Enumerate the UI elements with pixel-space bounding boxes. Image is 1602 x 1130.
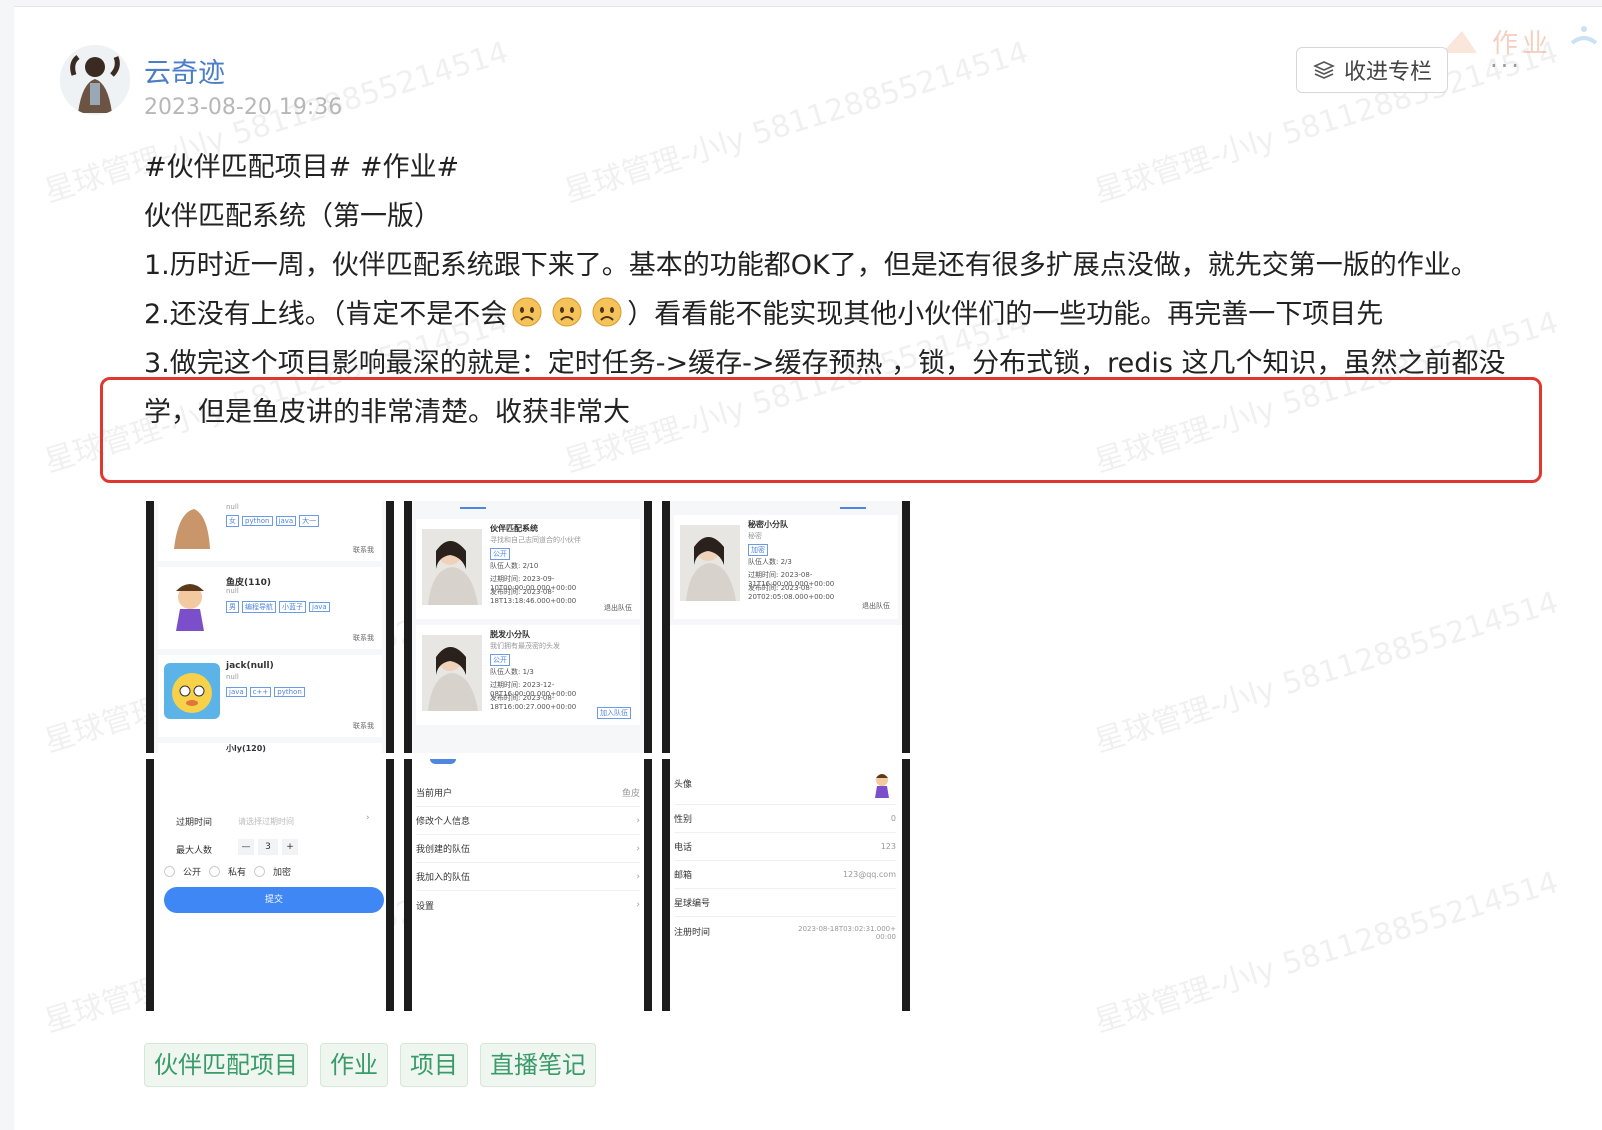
user-card: 小ly(120) — [158, 743, 382, 753]
layers-icon — [1313, 61, 1335, 79]
topic-tag[interactable]: 作业 — [320, 1043, 388, 1087]
post-date: 2023-08-20 19:36 — [144, 95, 343, 120]
screenshot-create-team[interactable]: 过期时间 请选择过期时间 › 最大人数 — 3 + 公开 私有 加密 提交 — [146, 759, 394, 1011]
collect-label: 收进专栏 — [1343, 60, 1432, 85]
team-card: 伙伴匹配系统 寻找和自己志同道合的小伙伴 公开 队伍人数: 2/10 过期时间:… — [416, 519, 640, 619]
user-card: jack(null) null java c++ python 联系我 — [158, 655, 382, 737]
sad-face-icon — [592, 297, 622, 327]
topic-tag[interactable]: 直播笔记 — [480, 1043, 596, 1087]
screenshot-user-center[interactable]: 当前用户 鱼皮 修改个人信息 › 我创建的队伍 › 我加入的队伍 › 设置 › — [404, 759, 652, 1011]
user-card: 鱼皮(110) null 男编程导航 小蓝子 java 联系我 — [158, 567, 382, 649]
post-line: #伙伴匹配项目# #作业# — [144, 152, 460, 183]
screenshot-secret-team[interactable]: 秘密小分队 秘密 加密 队伍人数: 2/3 过期时间: 2023-08-31T1… — [662, 501, 910, 753]
topic-tag[interactable]: 伙伴匹配项目 — [144, 1043, 308, 1087]
sad-face-icon — [512, 297, 542, 327]
collect-to-column-button[interactable]: 收进专栏 — [1296, 47, 1448, 93]
watermark: 星球管理-小ly 581128855214514 — [1090, 585, 1563, 760]
team-card: 秘密小分队 秘密 加密 队伍人数: 2/3 过期时间: 2023-08-31T1… — [674, 515, 898, 619]
screenshot-user-edit[interactable]: 头像 性别 0 电话 123 邮箱 123@qq.com 星球编号 注册时间 2023-… — [662, 759, 910, 1011]
avatar[interactable] — [60, 45, 130, 115]
post-line: 1.历时近一周，伙伴匹配系统跟下来了。基本的功能都OK了，但是还有很多扩展点没做… — [144, 250, 1478, 281]
topic-tags: 伙伴匹配项目 作业 项目 直播笔记 — [144, 1043, 596, 1087]
watermark: 星球管理-小ly 581128855214514 — [1090, 865, 1563, 1040]
post-line: 伙伴匹配系统（第一版） — [144, 201, 441, 232]
post-line-part: 2.还没有上线。（肯定不是不会 — [144, 299, 508, 330]
topic-tag[interactable]: 项目 — [400, 1043, 468, 1087]
author-name[interactable]: 云奇迹 — [144, 51, 225, 90]
sad-face-icon — [552, 297, 582, 327]
highlight-box — [100, 377, 1542, 483]
team-card: 脱发小分队 我们拥有最茂密的头发 公开 队伍人数: 1/3 过期时间: 2023… — [416, 625, 640, 725]
screenshot-team-list[interactable]: 伙伴匹配系统 寻找和自己志同道合的小伙伴 公开 队伍人数: 2/10 过期时间:… — [404, 501, 652, 753]
more-options-button[interactable]: ··· — [1484, 54, 1528, 83]
post-line: 2.还没有上线。（肯定不是不会 ）看看能不能实现其他小伙伴们的一些功能。再完善一下… — [144, 290, 1544, 339]
screenshot-user-list[interactable]: null 女 python java 大一 联系我 鱼皮(110) null 男编程导… — [146, 501, 394, 753]
user-card: null 女 python java 大一 联系我 — [158, 501, 382, 561]
post-line-part: ）看看能不能实现其他小伙伴们的一些功能。再完善一下项目先 — [627, 299, 1384, 330]
post-card: 星球管理-小ly 581128855214514 星球管理-小ly 581128… — [14, 6, 1602, 1130]
